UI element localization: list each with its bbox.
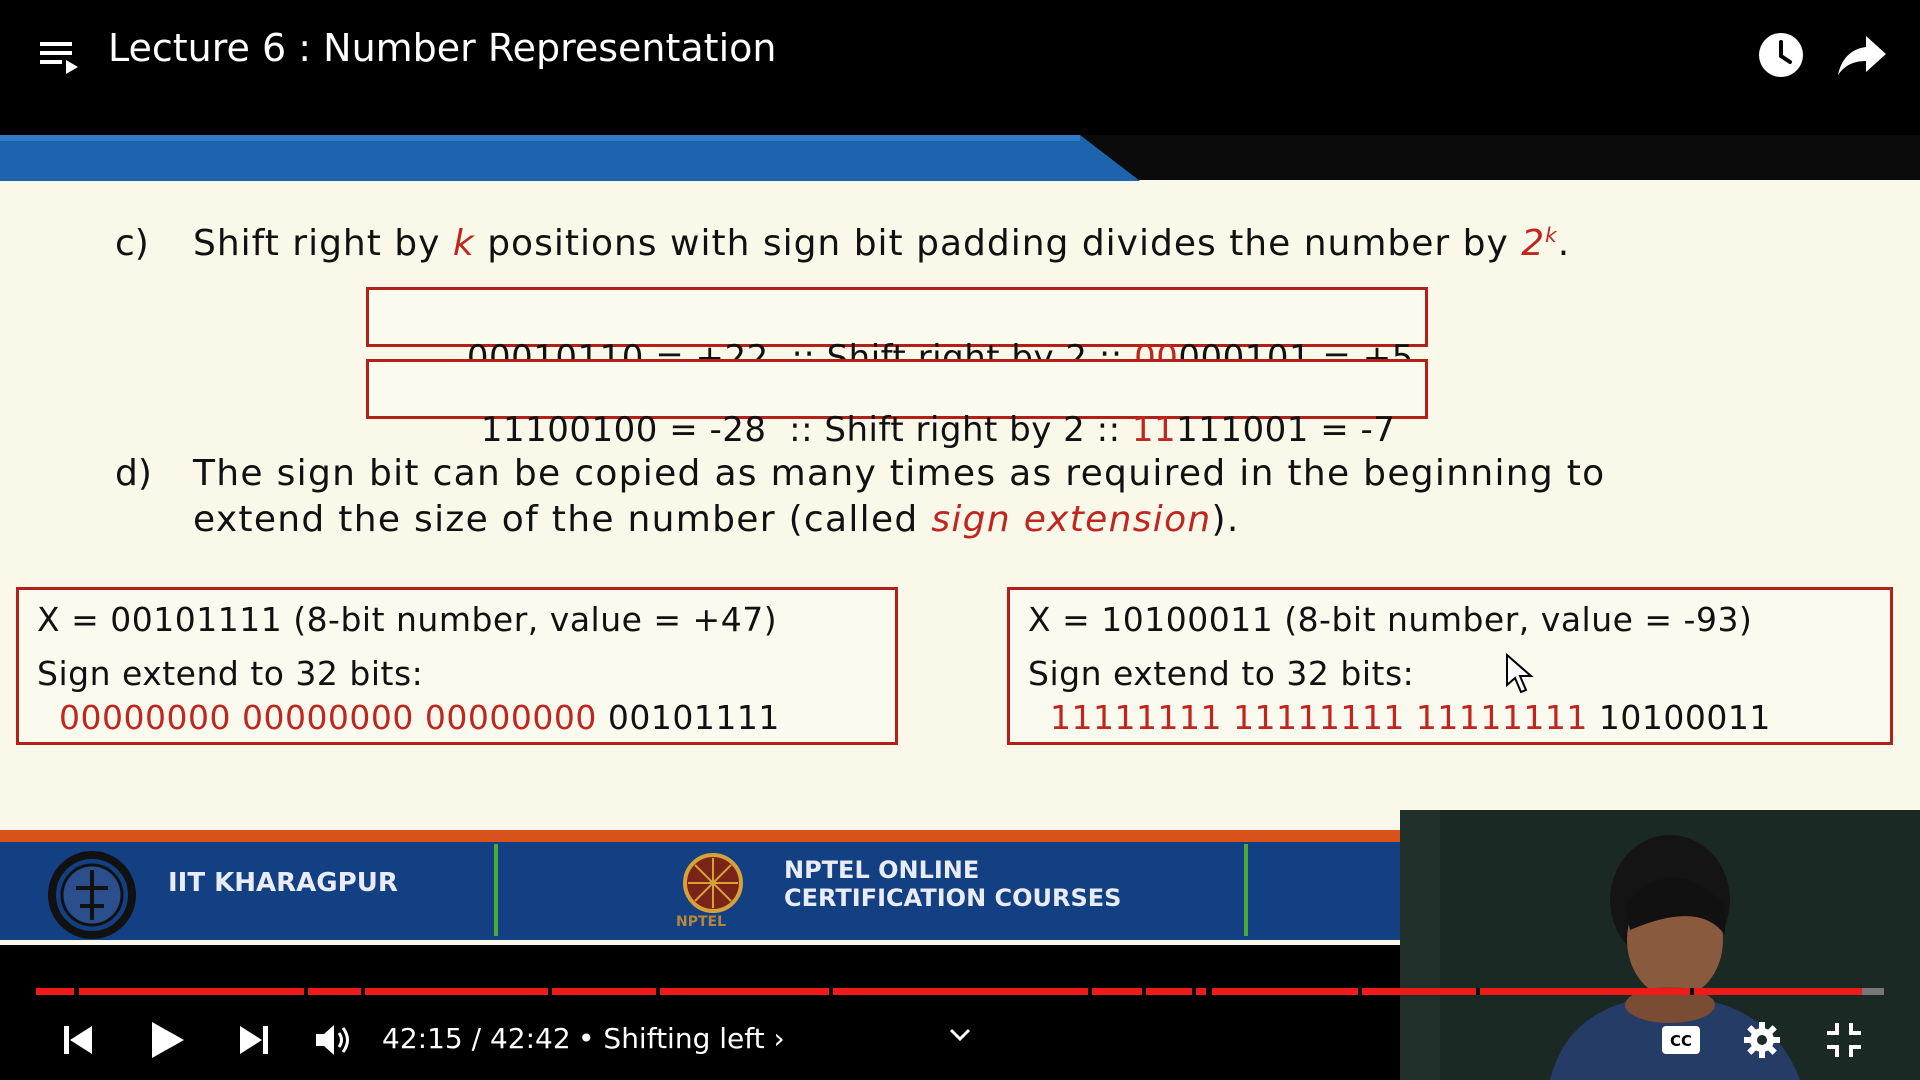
footer-nptel-line2: CERTIFICATION COURSES <box>784 884 1122 912</box>
box-left-line2: Sign extend to 32 bits: <box>37 654 424 693</box>
iit-kharagpur-logo-icon <box>48 851 136 939</box>
footer-nptel-line1: NPTEL ONLINE <box>784 856 980 884</box>
box-left-red-bits: 00000000 00000000 00000000 <box>59 698 597 737</box>
footer-nptel-text: NPTEL ONLINE CERTIFICATION COURSES <box>784 856 1121 912</box>
example-2-left: 11100100 = -28 :: Shift right by 2 :: <box>480 410 1132 450</box>
svg-text:CC: CC <box>1670 1032 1692 1050</box>
playlist-icon[interactable] <box>36 36 84 76</box>
item-d-line1: The sign bit can be copied as many times… <box>193 453 1606 494</box>
exit-fullscreen-icon[interactable] <box>1824 1020 1864 1060</box>
example-2-red: 11 <box>1131 410 1177 450</box>
video-title[interactable]: Lecture 6 : Number Representation <box>108 26 776 70</box>
box-left-line3: 00000000 00000000 00000000 00101111 <box>59 698 780 737</box>
item-d-line2-italic: sign extension <box>931 499 1212 540</box>
item-c-label: c) <box>115 223 149 264</box>
item-c-period: . <box>1557 223 1571 264</box>
time-separator: / <box>462 1022 490 1055</box>
box-right-line2: Sign extend to 32 bits: <box>1028 654 1415 693</box>
item-c-power-base: 2 <box>1521 223 1546 264</box>
volume-icon[interactable] <box>314 1022 356 1058</box>
item-c-power-exp: k <box>1545 223 1558 247</box>
play-icon[interactable] <box>148 1018 188 1062</box>
previous-icon[interactable] <box>60 1022 96 1058</box>
settings-icon[interactable] <box>1742 1020 1782 1060</box>
item-c-k: k <box>452 223 475 264</box>
example-box-2: 11100100 = -28 :: Shift right by 2 :: 11… <box>366 359 1428 450</box>
sign-extension-box-left: X = 00101111 (8-bit number, value = +47)… <box>16 587 898 745</box>
chevron-down-icon[interactable] <box>948 1026 972 1044</box>
item-d-label: d) <box>115 453 152 494</box>
item-d-line2-before: extend the size of the number (called <box>193 499 932 540</box>
share-icon[interactable] <box>1836 30 1888 80</box>
footer-nptel-small: NPTEL <box>676 914 727 930</box>
item-c-text-before: Shift right by <box>193 223 453 264</box>
footer-divider-2 <box>1244 844 1248 936</box>
box-left-black-bits: 00101111 <box>596 698 780 737</box>
item-d-line2-after: ). <box>1211 499 1240 540</box>
example-box-1: 00010110 = +22 :: Shift right by 2 :: 00… <box>366 287 1428 378</box>
chapter-title[interactable]: • Shifting left › <box>578 1022 785 1055</box>
cc-icon[interactable]: CC <box>1660 1024 1702 1056</box>
clock-icon[interactable] <box>1756 30 1806 80</box>
sign-extension-box-right: X = 10100011 (8-bit number, value = -93)… <box>1007 587 1893 745</box>
next-icon[interactable] <box>236 1022 272 1058</box>
footer-iit-label: IIT KHARAGPUR <box>168 868 398 898</box>
chapter-markers <box>74 988 1884 995</box>
time-display: 42:15 / 42:42 <box>382 1022 571 1055</box>
example-2-right: 111001 = -7 <box>1176 410 1396 450</box>
slide-blue-header <box>0 135 1140 181</box>
mouse-cursor-icon <box>1506 653 1534 694</box>
box-right-line1: X = 10100011 (8-bit number, value = -93) <box>1028 600 1753 639</box>
box-right-black-bits: 10100011 <box>1587 698 1771 737</box>
time-current: 42:15 <box>382 1022 463 1055</box>
item-c-text: Shift right by k positions with sign bit… <box>193 223 1570 264</box>
box-right-line3: 11111111 11111111 11111111 10100011 <box>1050 698 1771 737</box>
box-left-line1: X = 00101111 (8-bit number, value = +47) <box>37 600 778 639</box>
item-d-line2: extend the size of the number (called si… <box>193 499 1240 540</box>
box-right-red-bits: 11111111 11111111 11111111 <box>1050 698 1588 737</box>
time-total: 42:42 <box>489 1022 571 1055</box>
footer-divider-1 <box>494 844 498 936</box>
item-c-text-after: positions with sign bit padding divides … <box>474 223 1522 264</box>
